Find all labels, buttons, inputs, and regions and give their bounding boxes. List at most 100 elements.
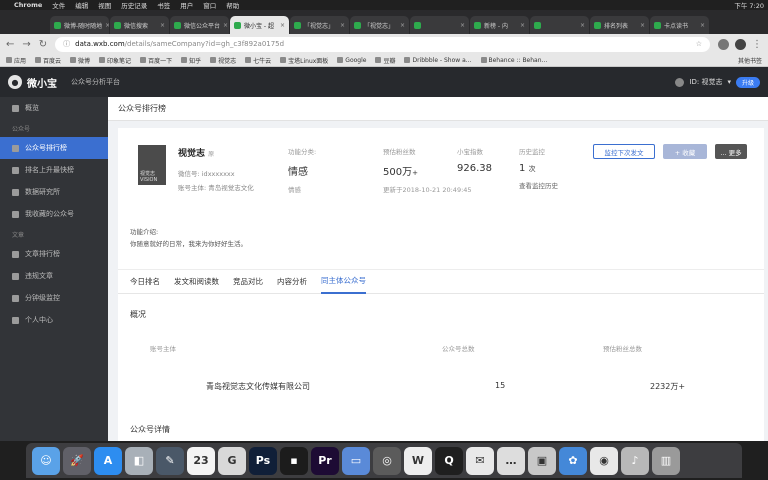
appstore-icon[interactable]: A xyxy=(94,446,122,475)
reload-icon[interactable]: ↻ xyxy=(39,39,47,50)
close-tab-icon[interactable]: × xyxy=(580,22,585,29)
bookmark-item[interactable]: 七牛云 xyxy=(245,56,271,65)
sidebar-item[interactable]: 分钟级监控 xyxy=(0,287,108,309)
close-tab-icon[interactable]: × xyxy=(160,22,165,29)
bookmark-item[interactable]: 知乎 xyxy=(181,56,201,65)
sidebar-item[interactable]: 违规文章 xyxy=(0,265,108,287)
browser-tab[interactable]: 新榜 - 内 × xyxy=(470,16,529,34)
chrome-menu-icon[interactable]: ⋮ xyxy=(752,39,762,50)
browser-tab[interactable]: × xyxy=(410,16,469,34)
xcode-icon[interactable]: ✎ xyxy=(156,446,184,475)
close-tab-icon[interactable]: × xyxy=(640,22,645,29)
preview-icon[interactable]: ◧ xyxy=(125,446,153,475)
chrome-icon[interactable]: ◉ xyxy=(590,446,618,475)
sidebar-item[interactable]: 数据研究所 xyxy=(0,181,108,203)
clock[interactable]: 下午 7:20 xyxy=(734,0,764,10)
trash-icon[interactable]: ▥ xyxy=(652,446,680,475)
browser-tab[interactable]: 排名列表 × xyxy=(590,16,649,34)
profile-avatar[interactable] xyxy=(735,38,746,50)
qq-icon[interactable]: Q xyxy=(435,446,463,475)
browser-tab[interactable]: 微信搜索 × xyxy=(110,16,169,34)
user-id[interactable]: ID: 视觉志 xyxy=(689,77,722,87)
music-icon[interactable]: ♪ xyxy=(621,446,649,475)
browser-tab[interactable]: 卡点读书 × xyxy=(650,16,709,34)
monitor-history-link[interactable]: 查看监控历史 xyxy=(519,180,558,190)
close-tab-icon[interactable]: × xyxy=(105,22,109,29)
screenshot-icon[interactable]: ▣ xyxy=(528,446,556,475)
launchpad-icon[interactable]: 🚀 xyxy=(63,446,91,475)
bookmark-star-icon[interactable]: ☆ xyxy=(696,40,702,48)
content-tab[interactable]: 竞品对比 xyxy=(233,269,263,294)
keynote-icon[interactable]: ▭ xyxy=(342,446,370,475)
tab-title: 微小宝 - 超 xyxy=(244,22,274,30)
menu-file[interactable]: 文件 xyxy=(52,0,65,10)
add-favorite-button[interactable]: + 收藏 xyxy=(663,144,707,159)
bookmark-item[interactable]: 百度一下 xyxy=(140,56,172,65)
spotlight-icon[interactable]: G xyxy=(218,446,246,475)
menu-edit[interactable]: 编辑 xyxy=(75,0,88,10)
browser-tab[interactable]: 「视觉志」 × xyxy=(350,16,409,34)
close-tab-icon[interactable]: × xyxy=(223,22,228,29)
wechat-icon[interactable]: ✉ xyxy=(466,446,494,475)
upgrade-button[interactable]: 升级 xyxy=(735,76,760,88)
menu-window[interactable]: 窗口 xyxy=(203,0,216,10)
browser-tab[interactable]: 微博-随时随地 × xyxy=(50,16,109,34)
content-tab[interactable]: 今日排名 xyxy=(130,269,160,294)
safari-icon[interactable]: ◎ xyxy=(373,446,401,475)
close-tab-icon[interactable]: × xyxy=(700,22,705,29)
app-menu[interactable]: Chrome xyxy=(14,1,42,9)
user-avatar-icon[interactable] xyxy=(675,77,685,87)
chevron-down-icon[interactable]: ▾ xyxy=(727,78,731,86)
finder-icon[interactable]: ☺ xyxy=(32,446,60,475)
sidebar-item[interactable]: 排名上升最快榜 xyxy=(0,159,108,181)
other-bookmarks[interactable]: 其他书签 xyxy=(738,56,762,65)
wps-icon[interactable]: W xyxy=(404,446,432,475)
browser-tab[interactable]: 「视觉志」 × xyxy=(290,16,349,34)
menu-people[interactable]: 用户 xyxy=(180,0,193,10)
back-icon[interactable]: ← xyxy=(6,39,14,50)
bookmark-item[interactable]: 豆瓣 xyxy=(375,56,395,65)
menu-history[interactable]: 历史记录 xyxy=(121,0,147,10)
forward-icon[interactable]: → xyxy=(22,39,30,50)
sidebar-item[interactable]: 文章排行榜 xyxy=(0,243,108,265)
close-tab-icon[interactable]: × xyxy=(400,22,405,29)
content-tab[interactable]: 发文和阅读数 xyxy=(174,269,219,294)
bookmark-item[interactable]: 视觉志 xyxy=(210,56,236,65)
illustrator-icon[interactable]: ▪ xyxy=(280,446,308,475)
photoshop-icon[interactable]: Ps xyxy=(249,446,277,475)
bookmark-item[interactable]: 百度云 xyxy=(35,56,61,65)
info-icon[interactable]: ⓘ xyxy=(63,39,70,49)
bookmark-item[interactable]: 印象笔记 xyxy=(99,56,131,65)
address-bar[interactable]: ⓘ data.wxb.com/details/sameCompany?id=gh… xyxy=(55,36,710,52)
premiere-icon[interactable]: Pr xyxy=(311,446,339,475)
photos-icon[interactable]: ✿ xyxy=(559,446,587,475)
more-button[interactable]: ... 更多 xyxy=(715,144,747,159)
close-tab-icon[interactable]: × xyxy=(340,22,345,29)
browser-tab[interactable]: 微小宝 - 超 × xyxy=(230,16,289,34)
browser-tab[interactable]: 微信公众平台 × xyxy=(170,16,229,34)
content-tab[interactable]: 内容分析 xyxy=(277,269,307,294)
close-tab-icon[interactable]: × xyxy=(280,22,285,29)
bookmark-item[interactable]: Behance :: Behan... xyxy=(480,57,547,64)
app-logo[interactable]: ● 微小宝 xyxy=(8,75,57,90)
menu-bookmarks[interactable]: 书签 xyxy=(157,0,170,10)
bookmark-item[interactable]: 应用 xyxy=(6,56,26,65)
monitor-next-post-button[interactable]: 监控下次发文 xyxy=(593,144,655,159)
extension-icon[interactable] xyxy=(718,38,729,50)
bookmark-item[interactable]: 微博 xyxy=(70,56,90,65)
content-tab[interactable]: 同主体公众号 xyxy=(321,269,366,294)
close-tab-icon[interactable]: × xyxy=(460,22,465,29)
close-tab-icon[interactable]: × xyxy=(520,22,525,29)
sidebar-item[interactable]: 公众号排行榜 xyxy=(0,137,108,159)
menu-view[interactable]: 视图 xyxy=(98,0,111,10)
bookmark-item[interactable]: 宝塔Linux面板 xyxy=(280,56,328,65)
sidebar-item[interactable]: 个人中心 xyxy=(0,309,108,331)
messages-icon[interactable]: … xyxy=(497,446,525,475)
sidebar-item[interactable]: 概览 xyxy=(0,97,108,119)
browser-tab[interactable]: × xyxy=(530,16,589,34)
bookmark-item[interactable]: Google xyxy=(337,57,366,64)
calendar-icon[interactable]: 23 xyxy=(187,446,215,475)
menu-help[interactable]: 帮助 xyxy=(226,0,239,10)
sidebar-item[interactable]: 我收藏的公众号 xyxy=(0,203,108,225)
bookmark-item[interactable]: Dribbble - Show a... xyxy=(404,57,472,64)
